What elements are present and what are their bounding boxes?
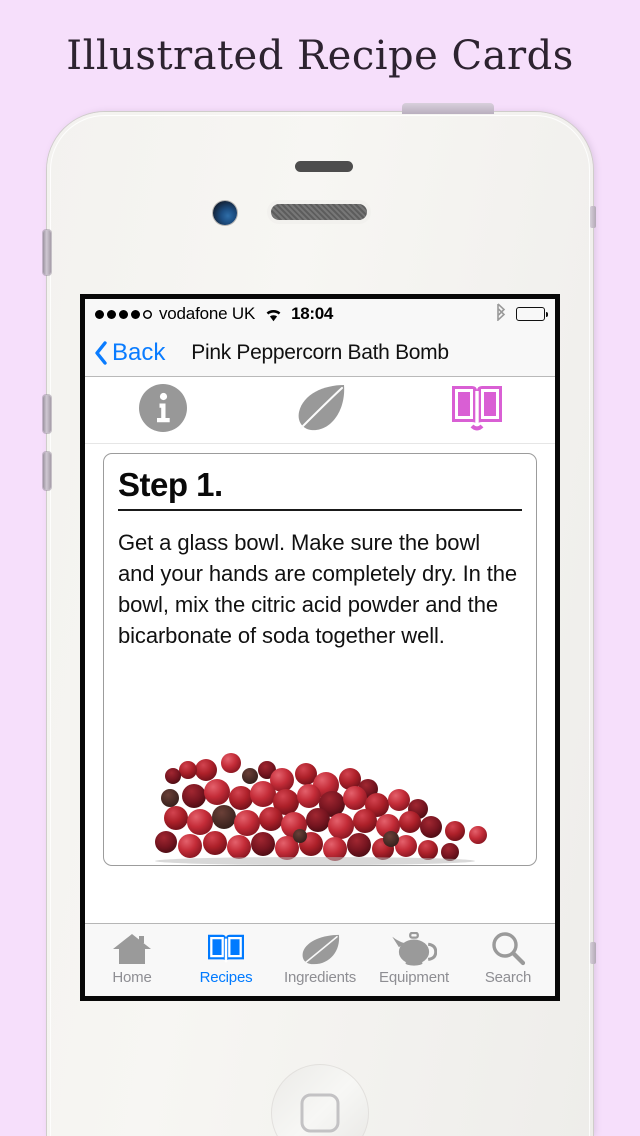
back-button[interactable]: Back (85, 339, 165, 367)
front-camera-lens-icon (213, 201, 237, 225)
wifi-icon (264, 307, 283, 322)
speaker-grille (271, 204, 367, 220)
step-card: Step 1. Get a glass bowl. Make sure the … (103, 453, 537, 866)
status-bar-right-group (495, 302, 548, 326)
home-button[interactable] (271, 1064, 369, 1136)
right-side-nub (590, 206, 596, 228)
back-button-label: Back (112, 338, 166, 366)
tab-label-equipment: Equipment (379, 969, 449, 986)
navigation-bar: Back Pink Peppercorn Bath Bomb (85, 329, 555, 377)
volume-down-button[interactable] (43, 452, 51, 490)
peppercorns-illustration (104, 730, 536, 865)
earpiece-slot (295, 161, 353, 172)
content-area: Step 1. Get a glass bowl. Make sure the … (85, 444, 555, 923)
phone-device-frame: vodafone UK 18:04 Back Pink Peppercorn B… (43, 103, 596, 1136)
step-title-divider (118, 508, 522, 511)
tab-item-home[interactable]: Home (85, 931, 179, 986)
house-icon (111, 931, 153, 967)
tab-item-search[interactable]: Search (461, 931, 555, 986)
tab-label-search: Search (484, 969, 532, 986)
segment-item-recipe[interactable] (398, 382, 555, 439)
step-title: Step 1. (118, 466, 223, 503)
phone-screen: vodafone UK 18:04 Back Pink Peppercorn B… (80, 294, 560, 1001)
volume-up-button[interactable] (43, 395, 51, 433)
status-bar: vodafone UK 18:04 (85, 299, 555, 329)
info-circle-icon (137, 382, 189, 439)
right-side-nub (590, 942, 596, 964)
step-body-text: Get a glass bowl. Make sure the bowl and… (118, 529, 518, 648)
signal-strength-icon (95, 309, 152, 319)
tab-item-ingredients[interactable]: Ingredients (273, 931, 367, 986)
leaf-icon (291, 382, 349, 439)
tab-item-equipment[interactable]: Equipment (367, 931, 461, 986)
segment-item-ingredients[interactable] (242, 382, 399, 439)
status-time: 18:04 (291, 304, 334, 323)
tab-label-home: Home (112, 969, 152, 986)
recipe-section-tabs (85, 377, 555, 444)
chevron-left-icon (94, 340, 108, 365)
tab-item-recipes[interactable]: Recipes (179, 931, 273, 986)
home-button-square-icon (300, 1093, 340, 1133)
tab-label-ingredients: Ingredients (283, 969, 357, 986)
bluetooth-icon (495, 302, 507, 326)
power-button[interactable] (402, 103, 494, 114)
open-book-icon (205, 931, 247, 967)
open-book-icon (448, 382, 506, 439)
segment-item-info[interactable] (85, 382, 242, 439)
leaf-icon (298, 931, 342, 967)
tab-bar: Home Recipes Ingredients Equipment Searc… (85, 923, 555, 996)
silent-switch[interactable] (43, 230, 51, 275)
page-title: Illustrated Recipe Cards (66, 33, 574, 79)
tab-label-recipes: Recipes (199, 969, 253, 986)
magnifier-icon (489, 931, 527, 967)
teapot-icon (391, 931, 437, 967)
battery-icon (516, 307, 548, 321)
carrier-name: vodafone UK (159, 304, 256, 323)
